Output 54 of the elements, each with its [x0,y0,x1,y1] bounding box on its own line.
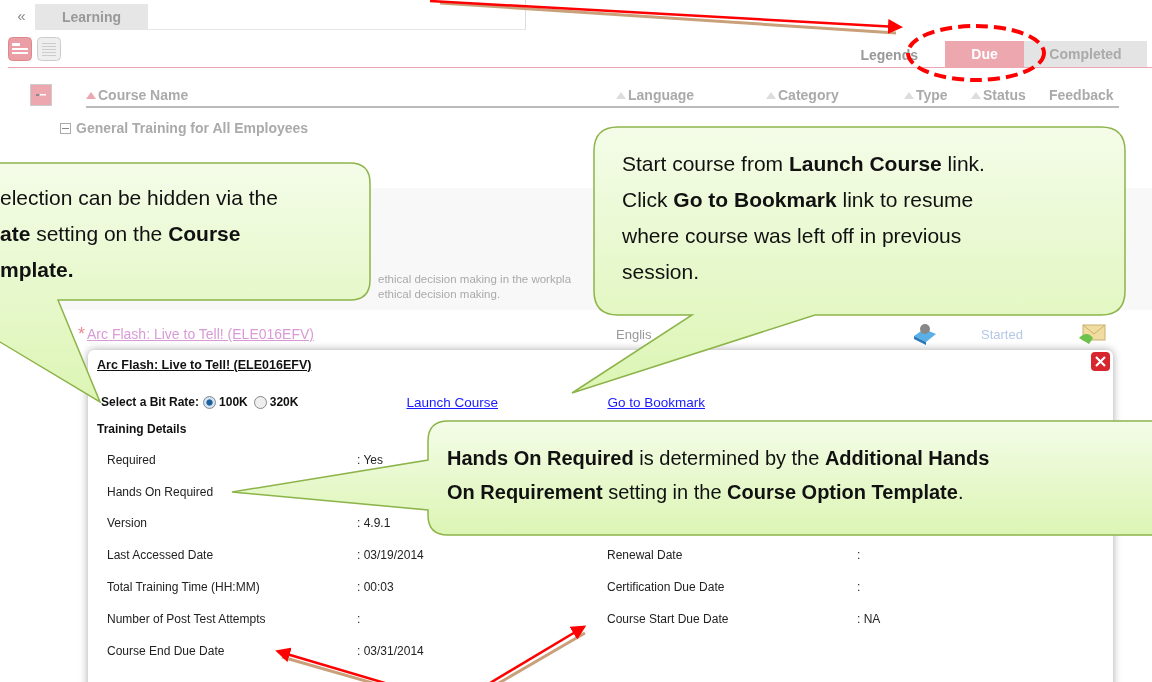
column-header[interactable]: Type [904,84,971,108]
detail-label: Number of Post Test Attempts [107,611,266,626]
details-title: Training Details [97,422,188,438]
bit-rate-radio[interactable]: 320K [253,395,299,409]
callout-text: Hands On Required is determined by the Additional Hands On Requirement setting in the Course Option Template. [447,446,990,505]
popup-link[interactable]: Go to Bookmark [607,394,705,410]
column-header[interactable]: Language [616,84,766,108]
course-link[interactable]: Arc Flash: Live to Tell! (ELE016EFV) [87,326,314,342]
detail-label: Total Training Time (HH:MM) [107,580,260,595]
column-chooser-icon[interactable] [30,84,52,106]
collapse-toggle-icon[interactable] [60,122,71,134]
detail-value: : 03/19/2014 [357,548,424,563]
detail-value: : 4.9.1 [357,516,391,531]
detail-label: Renewal Date [607,548,683,563]
detail-value: : [857,548,861,563]
popup-link[interactable]: Launch Course [406,394,498,410]
legend-tab[interactable]: Due [945,41,1024,67]
close-button[interactable] [1091,352,1110,371]
column-header[interactable]: Category [766,84,904,108]
column-header[interactable]: Status [971,84,1049,108]
column-header: Feedback [1049,84,1119,108]
detail-label: Required [107,452,156,467]
detail-label: Certification Due Date [607,580,725,595]
course-description: ethical decision making. [378,287,502,302]
course-description: ethical decision making in the workpla [378,272,573,287]
callout-text: Start course from Launch Course link. Click Go to Bookmark link to resume where course was left off in previous session. [622,151,985,285]
status-cell: Started [981,326,1023,342]
detail-value: : [357,611,361,626]
close-icon[interactable] [1095,356,1106,367]
detail-value: : Yes [357,452,384,467]
detail-label: Course End Due Date [107,643,225,658]
detail-label: Course Start Due Date [607,611,729,626]
bit-rate-label: Select a Bit Rate: [101,395,200,409]
list-view-icon[interactable] [8,36,32,61]
legend-tab[interactable]: Completed [1024,41,1147,67]
collapse-button[interactable]: « [8,7,35,30]
column-header[interactable]: Course Name [86,84,616,108]
bit-rate-radio[interactable]: 100K [203,395,248,409]
callout-text: election can be hidden via the ate setting on the Course mplate. [0,185,278,283]
detail-value: : [857,580,861,595]
detail-label: Last Accessed Date [107,548,214,563]
legends-label: Legends [860,47,918,65]
detail-view-icon[interactable] [37,36,61,61]
detail-label: Version [107,516,148,531]
popup-title: Arc Flash: Live to Tell! (ELE016EFV) [97,358,312,372]
required-mark: * [78,323,85,345]
detail-value: : 00:03 [357,580,394,595]
detail-value: : NA [857,611,881,626]
language-cell: Englis [616,326,652,342]
detail-value: : 03/31/2014 [357,643,424,658]
tab[interactable]: Learning [35,4,148,29]
detail-label: Hands On Required [107,484,214,499]
envelope-icon[interactable] [1079,322,1107,346]
group-title: General Training for All Employees [76,120,309,136]
